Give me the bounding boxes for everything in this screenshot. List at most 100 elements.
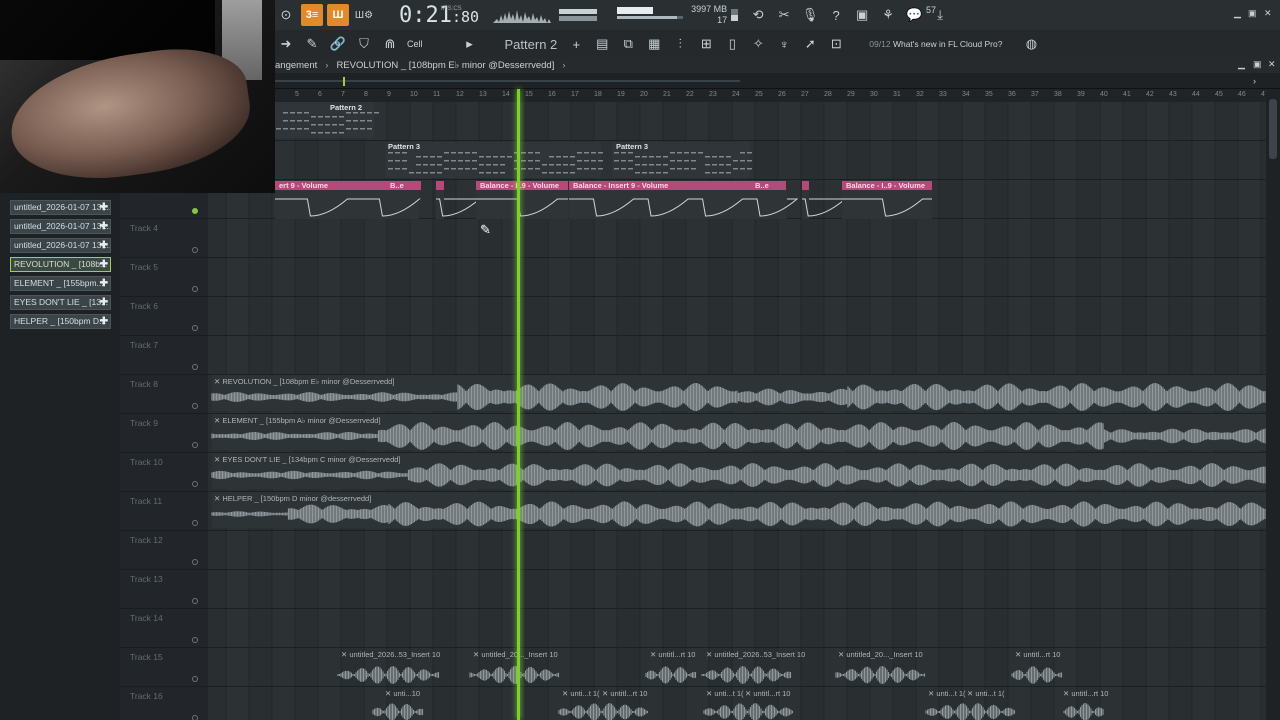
automation-clip[interactable]: Balance - I..9 - Volume — [842, 181, 932, 190]
audio-clip-label[interactable]: ✕ unti...t 1( — [562, 689, 600, 698]
audio-clip-label[interactable]: ✕ untitl...rt 10 — [602, 689, 647, 698]
audio-clip-label[interactable]: ✕ untitl...rt 10 — [1015, 650, 1060, 659]
audio-clip-label[interactable]: ✕ ELEMENT _ [155bpm A♭ minor @Desserrved… — [214, 416, 381, 425]
track-header[interactable]: Track 4 — [120, 219, 208, 258]
automation-clip[interactable]: B..e — [386, 181, 421, 190]
arrangement-name[interactable]: REVOLUTION _ [108bpm E♭ minor @Desserrve… — [336, 60, 554, 71]
automation-clip[interactable]: B..e — [751, 181, 786, 190]
automation-clip-small[interactable] — [436, 181, 444, 190]
track-header[interactable]: Track 11 — [120, 492, 208, 531]
time-format-label[interactable]: M:S:CS — [441, 6, 462, 12]
news-ticker[interactable]: 09/12 What's new in FL Cloud Pro? — [869, 39, 1002, 50]
audio-clip-label[interactable]: ✕ unti...t 1( — [928, 689, 966, 698]
maximize-icon[interactable]: ▣ — [1248, 8, 1257, 19]
pencil-icon[interactable]: ✎ — [301, 33, 323, 55]
track-enable-toggle[interactable] — [192, 442, 198, 448]
plugin-icon[interactable]: ⚘ — [877, 4, 899, 26]
timeline-ruler[interactable]: 5 6 7 8 9 10 11 12 13 14 15 16 17 18 19 20 21 22 23 24 25 26 2… — [208, 89, 1269, 102]
automation-clip-small[interactable] — [802, 181, 809, 190]
minimize-icon[interactable]: ▁ — [1234, 8, 1241, 19]
plugin-db-icon[interactable]: ✧ — [747, 33, 769, 55]
playhead[interactable] — [517, 89, 520, 720]
add-clip-icon[interactable]: ✚ — [100, 315, 108, 328]
picker-item[interactable]: ELEMENT _ [155bpm... ✚ — [10, 276, 111, 291]
track-header[interactable]: Track 16 — [120, 687, 208, 720]
mic-icon[interactable]: 🎙 — [799, 4, 821, 26]
track-header[interactable]: Track 15 — [120, 648, 208, 687]
tempo-readout[interactable]: 57 — [926, 5, 936, 15]
track-header[interactable]: Track 8 — [120, 375, 208, 414]
audio-clip-label[interactable]: ✕ EYES DON'T LIE _ [134bpm C minor @Dess… — [214, 455, 401, 464]
track-enable-toggle[interactable] — [192, 286, 198, 292]
audio-clip-label[interactable]: ✕ untitl...rt 10 — [745, 689, 790, 698]
pattern-selector[interactable]: Pattern 2 — [505, 37, 558, 52]
track-enable-toggle[interactable] — [192, 364, 198, 370]
audio-clip-label[interactable]: ✕ HELPER _ [150bpm D minor @desserrvedd] — [214, 494, 371, 503]
chat-icon[interactable]: 💬 — [903, 4, 925, 26]
horizontal-overview-scrollbar[interactable]: › — [275, 73, 1280, 89]
audio-clip-label[interactable]: ✕ untitled_2026..53_Insert 10 — [341, 650, 440, 659]
audio-clip-label[interactable]: ✕ REVOLUTION _ [108bpm E♭ minor @Desserr… — [214, 377, 394, 386]
close-icon[interactable]: ✕ — [1264, 8, 1272, 19]
track-enable-toggle[interactable] — [192, 403, 198, 409]
audio-clip-label[interactable]: ✕ untitl...rt 10 — [650, 650, 695, 659]
track-enable-toggle[interactable] — [192, 481, 198, 487]
audio-clip-label[interactable]: ✕ untitled_2026..53_Insert 10 — [706, 650, 805, 659]
track-enable-toggle[interactable] — [192, 559, 198, 565]
file-icon[interactable]: ▯ — [721, 33, 743, 55]
track-enable-toggle[interactable] — [192, 715, 198, 720]
mixer-icon[interactable]: ⫶ — [669, 33, 691, 55]
picker-item[interactable]: REVOLUTION _ [108b... ✚ — [10, 257, 111, 272]
master-volume-slider[interactable] — [615, 4, 685, 26]
add-pattern-icon[interactable]: + — [565, 33, 587, 55]
track-header[interactable]: Track 5 — [120, 258, 208, 297]
automation-clip[interactable]: Balance - I..9 - Volume — [476, 181, 568, 190]
playlist-grid[interactable] — [208, 102, 1266, 720]
picker-item[interactable]: untitled_2026-01-07 13-... ✚ — [10, 238, 111, 253]
picker-item[interactable]: HELPER _ [150bpm D... ✚ — [10, 314, 111, 329]
track-header[interactable]: Track 9 — [120, 414, 208, 453]
track-header[interactable]: Track 6 — [120, 297, 208, 336]
audio-clip-label[interactable]: ✕ untitled_20..._Insert 10 — [838, 650, 923, 659]
undo-history-icon[interactable]: ⟲ — [747, 4, 769, 26]
arrow-right-icon[interactable]: ➜ — [275, 33, 297, 55]
globe-icon[interactable]: ◍ — [1020, 33, 1042, 55]
track-header[interactable]: Track 7 — [120, 336, 208, 375]
clip-pattern-3-a[interactable]: Pattern 3 — [388, 142, 420, 151]
audio-clip-label[interactable]: ✕ unti...t 1( — [967, 689, 1005, 698]
track-header[interactable]: Track 12 — [120, 531, 208, 570]
cart-icon[interactable]: ⊡ — [825, 33, 847, 55]
vertical-scrollbar[interactable] — [1266, 89, 1280, 720]
audio-clip-label[interactable]: ✕ untitled_20..._Insert 10 — [473, 650, 558, 659]
track-header[interactable]: Track 14 — [120, 609, 208, 648]
snap-selector[interactable]: Cell — [407, 39, 423, 49]
clip-pattern-2[interactable]: Pattern 2 — [330, 103, 362, 112]
picker-item[interactable]: untitled_2026-01-07 13-... ✚ — [10, 219, 111, 234]
track-enable-toggle[interactable] — [192, 637, 198, 643]
audio-clip-label[interactable]: ✕ untitl...rt 10 — [1063, 689, 1108, 698]
save-icon[interactable]: ▣ — [851, 4, 873, 26]
link-icon[interactable]: 🔗 — [327, 33, 349, 55]
track-enable-toggle[interactable] — [192, 520, 198, 526]
audio-clip-label[interactable]: ✕ unti...10 — [385, 689, 420, 698]
track-enable-toggle[interactable] — [192, 325, 198, 331]
picker-item[interactable]: EYES DON'T LIE _ [13... ✚ — [10, 295, 111, 310]
track-header[interactable]: Track 13 — [120, 570, 208, 609]
arrow-select-icon[interactable]: ➚ — [799, 33, 821, 55]
magnet-icon[interactable]: ⋒ — [379, 33, 401, 55]
track-enable-toggle[interactable] — [192, 208, 198, 214]
add-clip-icon[interactable]: ✚ — [100, 277, 108, 290]
add-clip-icon[interactable]: ✚ — [100, 296, 108, 309]
add-clip-icon[interactable]: ✚ — [100, 239, 108, 252]
playlist-icon[interactable]: ▦ — [643, 33, 665, 55]
audio-clip-label[interactable]: ✕ unti...t 1( — [706, 689, 744, 698]
tools-icon[interactable]: ✂ — [773, 4, 795, 26]
record-icon[interactable]: ⊙ — [275, 4, 297, 26]
brush-icon[interactable]: ♆ — [773, 33, 795, 55]
play-triangle-icon[interactable]: ▸ — [459, 33, 481, 55]
clip-pattern-3-b[interactable]: Pattern 3 — [616, 142, 648, 151]
track-enable-toggle[interactable] — [192, 676, 198, 682]
track-enable-toggle[interactable] — [192, 247, 198, 253]
add-clip-icon[interactable]: ✚ — [100, 220, 108, 233]
song-mode-button[interactable]: Ш — [327, 4, 349, 26]
